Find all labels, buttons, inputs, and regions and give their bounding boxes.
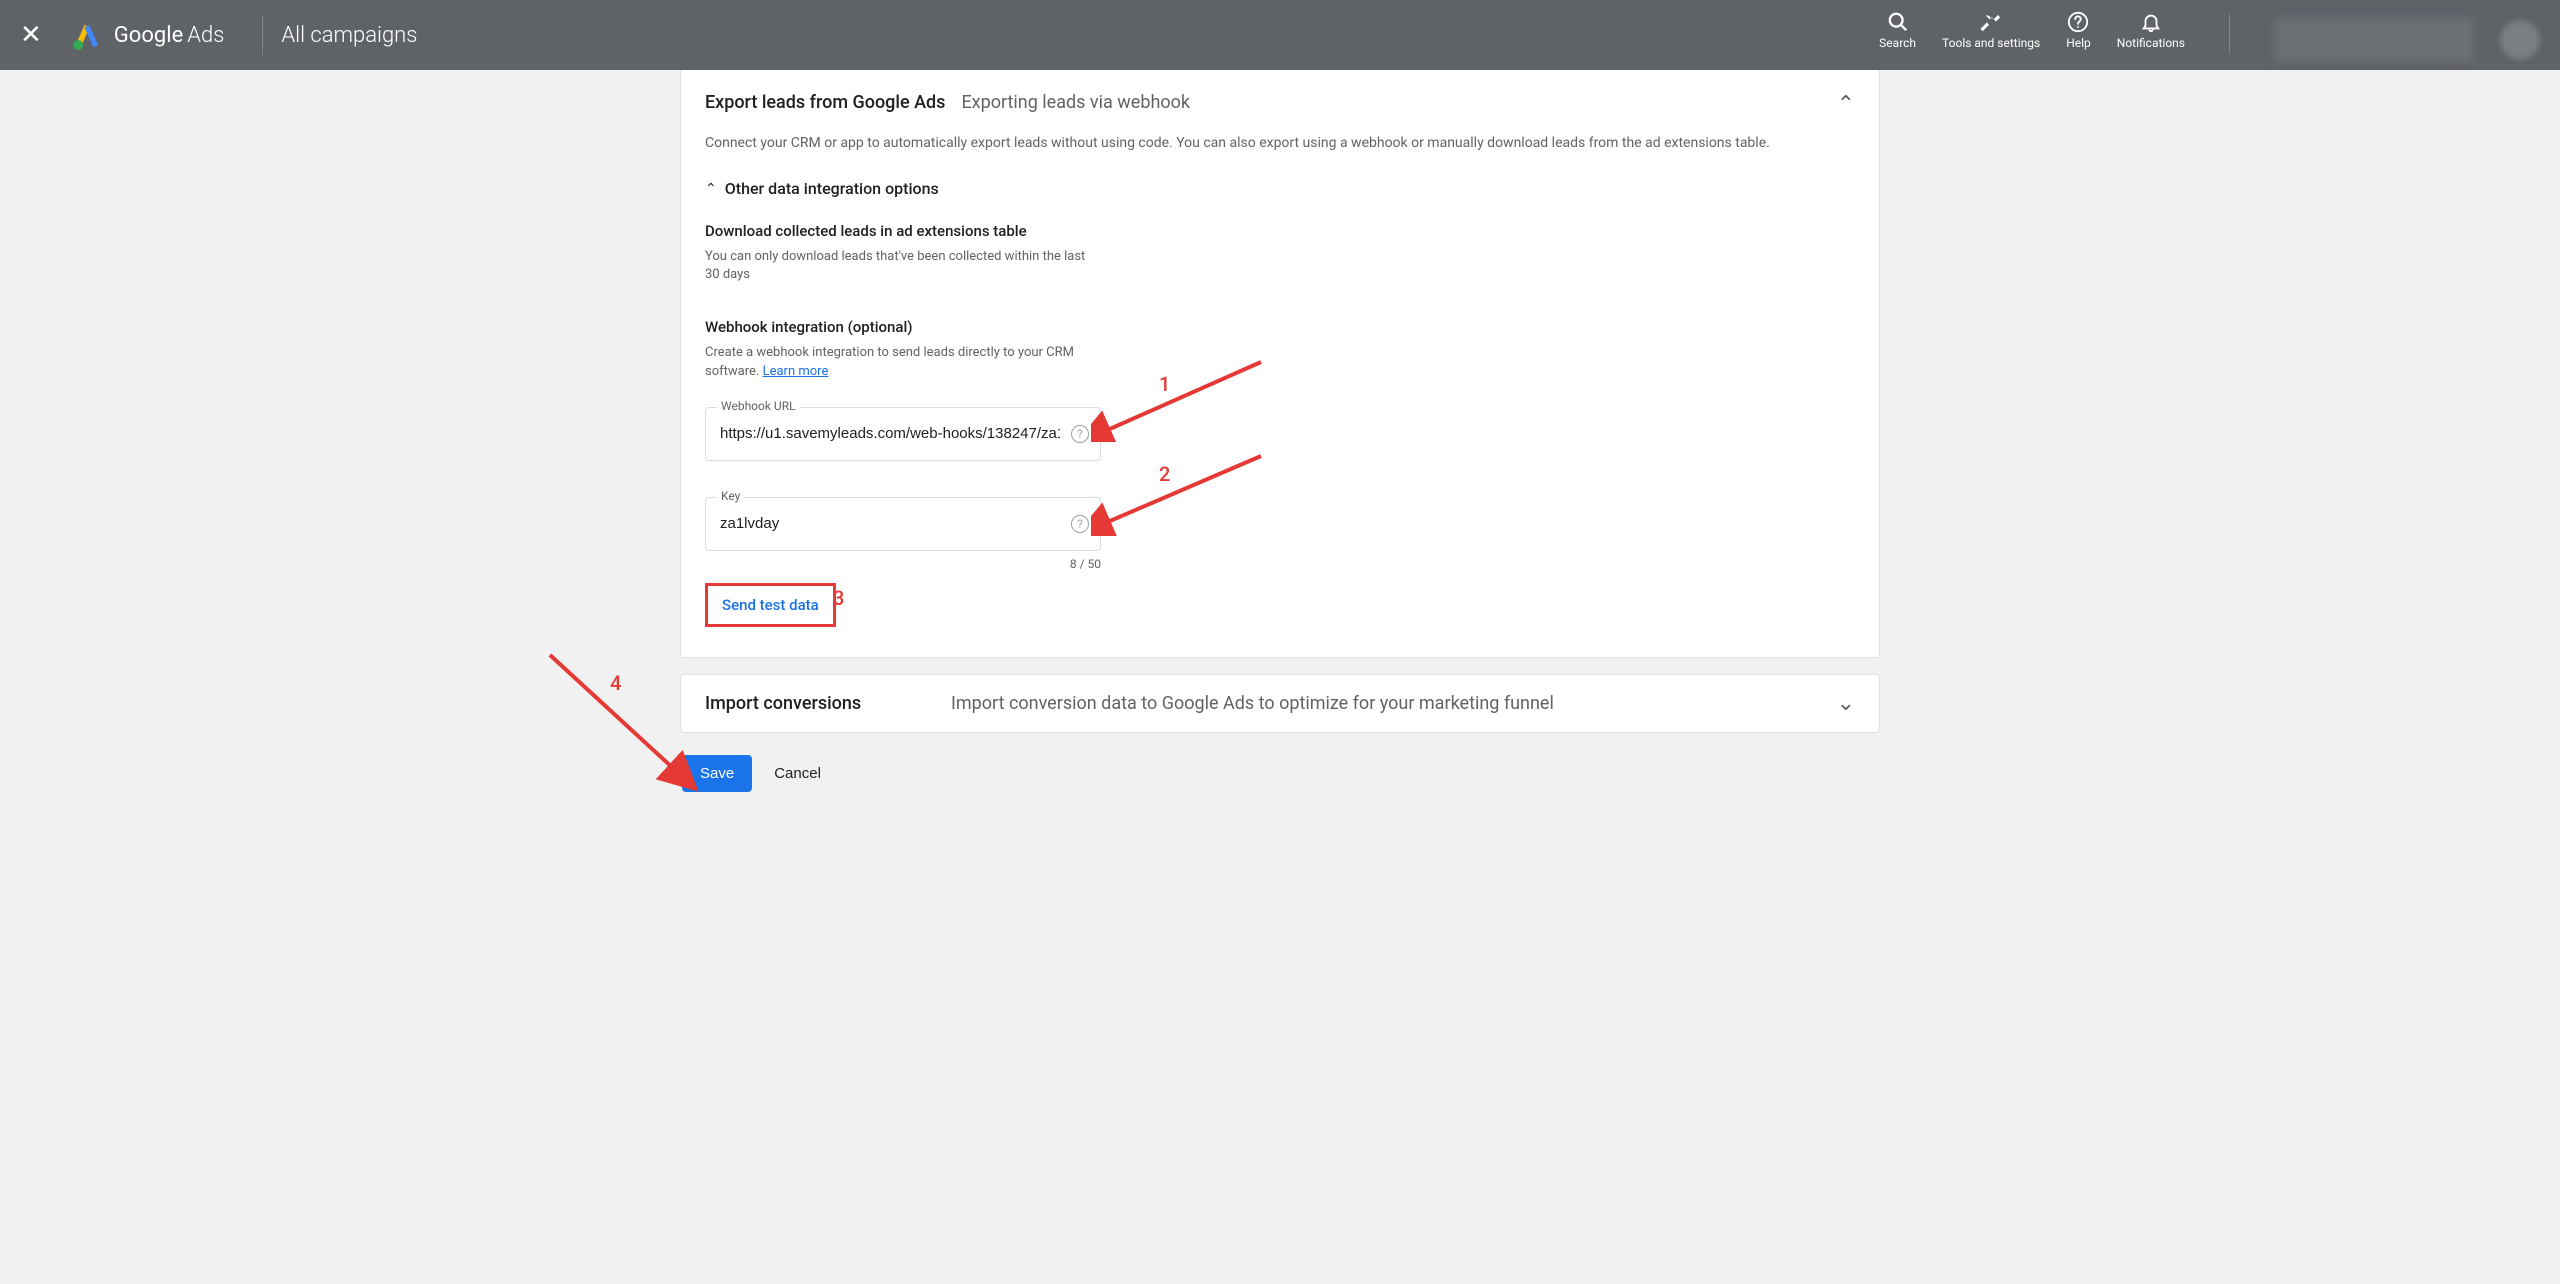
brand-sub: Ads (187, 23, 224, 48)
learn-more-link[interactable]: Learn more (763, 364, 829, 379)
chevron-down-icon[interactable]: ⌄ (1837, 691, 1855, 716)
app-header: ✕ GoogleAds All campaigns Search (0, 0, 2560, 70)
help-tool[interactable]: Help (2066, 10, 2091, 50)
annotation-2: 2 (1159, 462, 1170, 486)
tools-settings-tool[interactable]: Tools and settings (1942, 10, 2040, 50)
brand-main: Google (114, 23, 183, 48)
close-icon[interactable]: ✕ (20, 20, 42, 50)
webhook-description: Create a webhook integration to send lea… (705, 344, 1095, 380)
google-ads-logo-icon (72, 20, 102, 50)
import-card-subtitle: Import conversion data to Google Ads to … (951, 693, 1554, 714)
import-conversions-card[interactable]: Import conversions Import conversion dat… (680, 674, 1880, 733)
annotation-1: 1 (1159, 372, 1170, 396)
download-heading: Download collected leads in ad extension… (705, 222, 1855, 240)
key-field-wrap: Key ? (705, 497, 1101, 551)
action-bar: Save Cancel 4 (680, 755, 1880, 792)
help-icon (2067, 10, 2089, 34)
webhook-heading: Webhook integration (optional) (705, 318, 1855, 336)
key-input[interactable] (705, 497, 1101, 551)
export-leads-card: Export leads from Google Ads Exporting l… (680, 70, 1880, 658)
send-test-data-button[interactable]: Send test data (705, 583, 836, 627)
scope-label[interactable]: All campaigns (281, 23, 417, 48)
download-description: You can only download leads that've been… (705, 248, 1095, 284)
wrench-icon (1980, 10, 2002, 34)
arrow-icon (1091, 446, 1271, 536)
search-icon (1887, 10, 1909, 34)
chevron-up-icon[interactable]: ⌃ (1837, 92, 1855, 117)
export-card-description: Connect your CRM or app to automatically… (705, 135, 1855, 151)
key-label: Key (717, 489, 744, 503)
avatar[interactable] (2500, 20, 2540, 60)
notifications-tool[interactable]: Notifications (2117, 10, 2185, 50)
key-char-counter: 8 / 50 (705, 557, 1101, 571)
webhook-url-label: Webhook URL (717, 399, 800, 413)
export-card-title: Export leads from Google Ads (705, 92, 945, 113)
webhook-url-input[interactable] (705, 407, 1101, 461)
other-options-toggle[interactable]: ⌃ Other data integration options (705, 179, 1855, 198)
help-icon[interactable]: ? (1071, 515, 1089, 533)
brand: GoogleAds (72, 20, 225, 50)
search-tool[interactable]: Search (1879, 10, 1916, 50)
help-icon[interactable]: ? (1071, 425, 1089, 443)
import-card-title: Import conversions (705, 693, 951, 714)
arrow-icon (540, 645, 700, 795)
export-card-subtitle: Exporting leads via webhook (961, 92, 1190, 113)
cancel-button[interactable]: Cancel (774, 765, 821, 782)
divider (262, 15, 263, 55)
webhook-url-field-wrap: Webhook URL ? (705, 407, 1101, 461)
bell-icon (2140, 10, 2162, 34)
chevron-up-icon: ⌃ (705, 181, 717, 197)
divider (2229, 14, 2230, 54)
arrow-icon (1091, 352, 1271, 442)
account-info-redacted (2274, 18, 2474, 62)
